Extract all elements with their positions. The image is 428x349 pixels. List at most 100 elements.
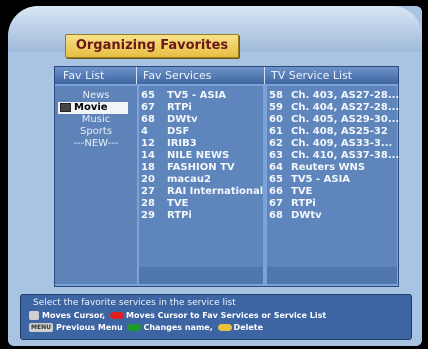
service-name: TVE <box>291 186 313 197</box>
service-name: IRIB3 <box>167 138 197 149</box>
service-number: 64 <box>269 162 283 173</box>
service-name: NILE NEWS <box>167 150 230 161</box>
service-name: TVE <box>167 198 189 209</box>
fav-service-row[interactable]: 20 macau2 <box>139 174 263 186</box>
service-number: 18 <box>141 162 155 173</box>
service-number: 66 <box>269 186 283 197</box>
service-number: 27 <box>141 186 155 197</box>
fav-list-item[interactable]: Movie <box>58 102 128 114</box>
service-name: Ch. 403, AS27-28... <box>291 90 400 101</box>
fav-list-item[interactable]: ---NEW--- <box>55 138 137 150</box>
fav-service-row[interactable]: 27 RAI International <box>139 186 263 198</box>
tv-service-row[interactable]: 66 TVE <box>267 186 397 198</box>
fav-service-row[interactable]: 14 NILE NEWS <box>139 150 263 162</box>
fav-service-row[interactable]: 68 DWtv <box>139 114 263 126</box>
tv-service-row[interactable]: 65 TV5 - ASIA <box>267 174 397 186</box>
fav-services-header: Fav Services <box>137 67 265 84</box>
fav-service-row[interactable]: 18 FASHION TV <box>139 162 263 174</box>
moves-cursor-text: Moves Cursor, <box>42 311 106 320</box>
help-title: Select the favorite services in the serv… <box>33 298 236 308</box>
service-number: 28 <box>141 198 155 209</box>
service-name: TV5 - ASIA <box>167 90 227 101</box>
service-number: 4 <box>141 126 148 137</box>
tv-service-row[interactable]: 60 Ch. 405, AS29-30... <box>267 114 400 126</box>
fav-list-label: Music <box>81 114 111 125</box>
service-name: Ch. 404, AS27-28... <box>291 102 400 113</box>
service-name: Ch. 405, AS29-30... <box>291 114 400 125</box>
help-panel: Select the favorite services in the serv… <box>20 294 412 340</box>
delete-text: Delete <box>233 323 264 332</box>
fav-list-item[interactable]: Music <box>55 114 137 126</box>
service-number: 12 <box>141 138 155 149</box>
service-name: Ch. 409, AS33-3... <box>291 138 393 149</box>
service-number: 60 <box>269 114 283 125</box>
fav-services-footer <box>139 267 263 284</box>
changes-name-text: Changes name, <box>143 323 213 332</box>
tv-service-row[interactable]: 64 Reuters WNS <box>267 162 397 174</box>
service-number: 61 <box>269 126 283 137</box>
fav-list-label: ---NEW--- <box>73 138 119 149</box>
service-number: 62 <box>269 138 283 149</box>
previous-menu-text: Previous Menu <box>55 323 123 332</box>
fav-list-label: Movie <box>74 102 108 113</box>
fav-services-column: 65 TV5 - ASIA 67 RTPi 68 DWtv 4 DSF 12 IRIB3 14 NIL… <box>139 86 263 284</box>
service-name: FASHION TV <box>167 162 235 173</box>
service-number: 20 <box>141 174 155 185</box>
service-number: 63 <box>269 150 283 161</box>
tv-service-row[interactable]: 67 RTPi <box>267 198 397 210</box>
service-number: 65 <box>269 174 283 185</box>
service-name: Ch. 408, AS25-32 <box>291 126 388 137</box>
fav-list-item[interactable]: Sports <box>55 126 137 138</box>
fav-service-row[interactable]: 67 RTPi <box>139 102 263 114</box>
fav-service-row[interactable]: 28 TVE <box>139 198 263 210</box>
tv-service-list-column: 58 Ch. 403, AS27-28... 59 Ch. 404, AS27-28.… <box>267 86 400 284</box>
service-name: macau2 <box>167 174 211 185</box>
tv-service-row[interactable]: 63 Ch. 410, AS37-38... <box>267 150 400 162</box>
service-number: 65 <box>141 90 155 101</box>
help-line-2: MENU Previous Menu Changes name, Delete <box>29 322 263 333</box>
tv-service-row[interactable]: 58 Ch. 403, AS27-28... <box>267 90 400 102</box>
service-name: DSF <box>167 126 190 137</box>
fav-list-column: News Movie Music Sports ---NEW--- <box>55 86 137 284</box>
service-number: 68 <box>269 210 283 221</box>
fav-service-row[interactable]: 4 DSF <box>139 126 263 138</box>
service-name: DWtv <box>167 114 198 125</box>
favorites-panel: Fav List Fav Services TV Service List Ne… <box>54 66 399 287</box>
service-name: RTPi <box>167 102 192 113</box>
service-name: Ch. 410, AS37-38... <box>291 150 400 161</box>
service-number: 58 <box>269 90 283 101</box>
service-name: RAI International <box>167 186 264 197</box>
help-line-1: Moves Cursor, Moves Cursor to Fav Servic… <box>29 310 326 321</box>
service-name: Reuters WNS <box>291 162 366 173</box>
tv-service-row[interactable]: 62 Ch. 409, AS33-3... <box>267 138 397 150</box>
service-number: 14 <box>141 150 155 161</box>
tv-service-row[interactable]: 68 DWtv <box>267 210 397 222</box>
tv-service-row[interactable]: 59 Ch. 404, AS27-28... <box>267 102 400 114</box>
green-button-icon <box>127 324 142 331</box>
tv-service-list-footer <box>267 267 397 284</box>
menu-key-icon: MENU <box>29 323 53 332</box>
cursor-key-icon <box>29 311 39 320</box>
service-number: 29 <box>141 210 155 221</box>
service-name: RTPi <box>167 210 192 221</box>
tv-icon <box>60 102 71 112</box>
red-button-icon <box>110 312 125 319</box>
tv-service-list-header: TV Service List <box>265 67 398 84</box>
page-title: Organizing Favorites <box>65 34 239 58</box>
fav-service-row[interactable]: 65 TV5 - ASIA <box>139 90 263 102</box>
service-name: DWtv <box>291 210 322 221</box>
fav-list-item[interactable]: News <box>55 90 137 102</box>
service-name: TV5 - ASIA <box>291 174 351 185</box>
tv-service-row[interactable]: 61 Ch. 408, AS25-32 <box>267 126 397 138</box>
service-number: 67 <box>269 198 283 209</box>
fav-list-header: Fav List <box>55 67 137 84</box>
fav-service-row[interactable]: 29 RTPi <box>139 210 263 222</box>
fav-list-label: Sports <box>79 126 113 137</box>
moves-cursor-to-text: Moves Cursor to Fav Services or Service … <box>126 311 327 320</box>
yellow-button-icon <box>217 324 232 331</box>
fav-service-row[interactable]: 12 IRIB3 <box>139 138 263 150</box>
service-name: RTPi <box>291 198 316 209</box>
fav-list-label: News <box>82 90 110 101</box>
service-number: 67 <box>141 102 155 113</box>
service-number: 59 <box>269 102 283 113</box>
